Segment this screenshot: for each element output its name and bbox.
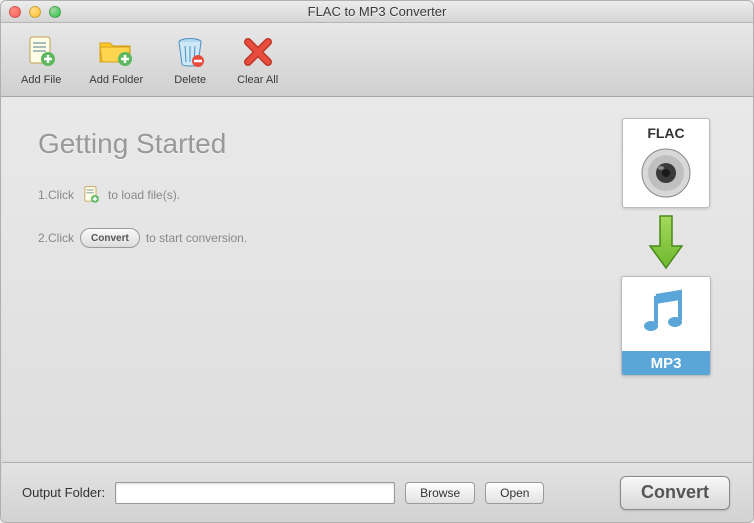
flac-file-icon: FLAC — [622, 118, 710, 208]
delete-label: Delete — [174, 74, 206, 86]
output-folder-label: Output Folder: — [22, 485, 105, 500]
step-1-prefix: 1.Click — [38, 188, 74, 202]
mp3-file-icon: MP3 — [621, 276, 711, 376]
step-1-suffix: to load file(s). — [108, 188, 180, 202]
add-file-icon — [22, 33, 60, 71]
add-folder-icon — [97, 33, 135, 71]
toolbar: Add File Add Folder — [1, 23, 753, 97]
step-2-suffix: to start conversion. — [146, 231, 247, 245]
zoom-window-button[interactable] — [49, 6, 61, 18]
add-file-label: Add File — [21, 74, 61, 86]
getting-started-heading: Getting Started — [38, 128, 247, 160]
clear-all-icon — [239, 33, 277, 71]
getting-started-panel: Getting Started 1.Click to load file(s). — [38, 128, 247, 270]
bottom-bar: Output Folder: Browse Open Convert — [2, 462, 752, 522]
titlebar: FLAC to MP3 Converter — [1, 1, 753, 23]
open-button[interactable]: Open — [485, 482, 544, 504]
output-folder-input[interactable] — [115, 482, 395, 504]
music-notes-icon — [636, 277, 696, 351]
close-window-button[interactable] — [9, 6, 21, 18]
add-folder-button[interactable]: Add Folder — [89, 33, 143, 86]
clear-all-label: Clear All — [237, 74, 278, 86]
delete-icon — [171, 33, 209, 71]
delete-button[interactable]: Delete — [171, 33, 209, 86]
convert-button[interactable]: Convert — [620, 476, 730, 510]
add-file-button[interactable]: Add File — [21, 33, 61, 86]
step-1: 1.Click to load file(s). — [38, 184, 247, 206]
content-area: Getting Started 1.Click to load file(s). — [2, 98, 752, 460]
step-2-prefix: 2.Click — [38, 231, 74, 245]
step-2: 2.Click Convert to start conversion. — [38, 228, 247, 248]
flac-label: FLAC — [647, 125, 684, 141]
add-folder-label: Add Folder — [89, 74, 143, 86]
window-title: FLAC to MP3 Converter — [1, 4, 753, 19]
app-window: FLAC to MP3 Converter Add File — [0, 0, 754, 523]
speaker-icon — [638, 145, 694, 201]
mp3-label: MP3 — [622, 351, 710, 375]
arrow-down-icon — [646, 214, 686, 270]
conversion-diagram: FLAC — [616, 118, 716, 376]
browse-button[interactable]: Browse — [405, 482, 475, 504]
clear-all-button[interactable]: Clear All — [237, 33, 278, 86]
traffic-lights — [9, 6, 61, 18]
minimize-window-button[interactable] — [29, 6, 41, 18]
step-1-add-file-icon — [80, 184, 102, 206]
step-2-convert-pill: Convert — [80, 228, 140, 248]
